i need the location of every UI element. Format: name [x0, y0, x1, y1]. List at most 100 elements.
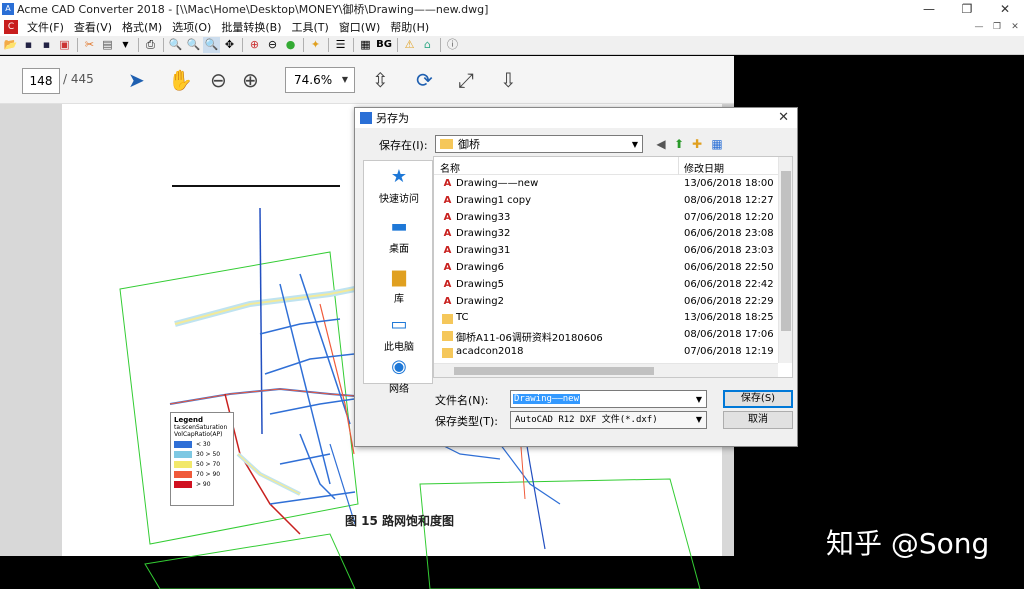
menu-view[interactable]: 查看(V) — [69, 19, 117, 35]
dropdown-arrow-icon[interactable]: ▼ — [117, 37, 134, 53]
dialog-title-bar: 另存为 ✕ — [355, 108, 797, 128]
zoom-plus-icon[interactable]: ⊕ — [242, 68, 259, 92]
filename-input[interactable]: Drawing——new ▼ — [510, 390, 707, 408]
file-row[interactable]: A Drawing5 06/06/2018 22:42 — [434, 277, 778, 294]
zoom-in-icon[interactable]: 🔍 — [185, 37, 202, 53]
file-row[interactable]: A Drawing33 07/06/2018 12:20 — [434, 210, 778, 227]
file-row[interactable]: A Drawing——new 13/06/2018 18:00 — [434, 176, 778, 193]
folder-row[interactable]: TC 13/06/2018 18:25 — [434, 310, 778, 327]
convert-icon[interactable]: ✂ — [81, 37, 98, 53]
warning-icon[interactable]: ⚠ — [401, 37, 418, 53]
vertical-scrollbar[interactable] — [778, 157, 792, 363]
maximize-button[interactable]: ❐ — [948, 0, 986, 18]
menu-tools[interactable]: 工具(T) — [287, 19, 334, 35]
zoom-extents-icon[interactable]: ⊕ — [246, 37, 263, 53]
app-menu-icon[interactable]: C — [4, 20, 18, 34]
layers-icon[interactable]: ▤ — [99, 37, 116, 53]
back-icon[interactable]: ◀ — [653, 136, 669, 152]
file-row[interactable]: A Drawing2 06/06/2018 22:29 — [434, 294, 778, 311]
zoom-select[interactable]: 74.6% ▼ — [285, 67, 355, 93]
minimize-button[interactable]: — — [910, 0, 948, 18]
magic-icon[interactable]: ✦ — [307, 37, 324, 53]
file-row[interactable]: A Drawing1 copy 08/06/2018 12:27 — [434, 193, 778, 210]
home-icon[interactable]: ⌂ — [419, 37, 436, 53]
fit-page-icon[interactable]: ⇳ — [372, 68, 389, 92]
dialog-title: 另存为 — [376, 112, 409, 125]
properties-icon[interactable]: ▦ — [357, 37, 374, 53]
zoom-previous-icon[interactable]: ⊖ — [264, 37, 281, 53]
save-in-select[interactable]: 御桥 ▼ — [435, 135, 643, 153]
new-folder-icon[interactable]: ✚ — [689, 136, 705, 152]
zoom-minus-icon[interactable]: ⊖ — [210, 68, 227, 92]
menu-batch[interactable]: 批量转换(B) — [216, 19, 286, 35]
save-all-icon[interactable]: ▪ — [38, 37, 55, 53]
place-this-pc[interactable]: ▭ 此电脑 — [364, 315, 434, 354]
menu-format[interactable]: 格式(M) — [117, 19, 167, 35]
dwg-file-icon: A — [443, 245, 452, 257]
menu-options[interactable]: 选项(O) — [167, 19, 216, 35]
close-button[interactable]: ✕ — [986, 0, 1024, 18]
zoom-window-icon[interactable]: 🔍 — [203, 37, 220, 53]
title-bar: A Acme CAD Converter 2018 - [\\Mac\Home\… — [0, 0, 1024, 18]
main-toolbar: 📂 ▪ ▪ ▣ ✂ ▤ ▼ ⎙ 🔍 🔍 🔍 ✥ ⊕ ⊖ ● ✦ ☰ ▦ BG ⚠… — [0, 36, 1024, 55]
save-icon[interactable]: ▪ — [20, 37, 37, 53]
folder-row[interactable]: 御桥A11-06调研资料20180606 08/06/2018 17:06 — [434, 327, 778, 344]
legend-row: 70 > 90 — [174, 471, 230, 478]
save-in-value: 御桥 — [458, 138, 480, 151]
file-date: 08/06/2018 17:06 — [684, 329, 774, 341]
pan-icon[interactable]: ✥ — [221, 37, 238, 53]
page-total: / 445 — [63, 72, 94, 86]
hand-tool-icon[interactable]: ✋ — [168, 68, 193, 92]
rotate-icon[interactable]: ⟳ — [416, 68, 433, 92]
folder-row[interactable]: acadcon2018 07/06/2018 12:19 — [434, 344, 778, 361]
window-title: Acme CAD Converter 2018 - [\\Mac\Home\De… — [17, 3, 489, 16]
scroll-thumb[interactable] — [781, 171, 791, 331]
legend-swatch — [174, 471, 192, 478]
print-icon[interactable]: ⎙ — [142, 37, 159, 53]
folder-icon — [442, 348, 453, 358]
view-icon[interactable]: ● — [282, 37, 299, 53]
page-number-input[interactable]: 148 — [22, 68, 60, 94]
download-icon[interactable]: ⇩ — [500, 68, 517, 92]
place-network[interactable]: ◉ 网络 — [364, 356, 434, 396]
fullscreen-icon[interactable]: ⤢ — [458, 68, 474, 92]
background-icon[interactable]: BG — [375, 37, 393, 53]
file-name: TC — [456, 312, 469, 324]
network-icon: ◉ — [391, 356, 407, 377]
menu-window[interactable]: 窗口(W) — [334, 19, 385, 35]
mdi-restore-icon[interactable]: ❐ — [990, 20, 1004, 34]
mdi-close-icon[interactable]: ✕ — [1008, 20, 1022, 34]
file-name: Drawing5 — [456, 278, 504, 290]
view-menu-icon[interactable]: ▦ — [709, 136, 725, 152]
place-desktop[interactable]: ▬ 桌面 — [364, 217, 434, 256]
file-name: Drawing33 — [456, 211, 511, 223]
save-button[interactable]: 保存(S) — [723, 390, 793, 408]
place-quick-access[interactable]: ★ 快速访问 — [364, 167, 434, 206]
zoom-value: 74.6% — [294, 73, 333, 87]
legend-swatch — [174, 461, 192, 468]
file-date: 13/06/2018 18:00 — [684, 178, 774, 189]
file-row[interactable]: A Drawing32 06/06/2018 23:08 — [434, 226, 778, 243]
up-folder-icon[interactable]: ⬆ — [671, 136, 687, 152]
map-legend: Legend ta:scenSaturation VolCapRatio(AP)… — [170, 412, 234, 506]
menu-help[interactable]: 帮助(H) — [385, 19, 434, 35]
open-icon[interactable]: 📂 — [2, 37, 19, 53]
layer-toggle-icon[interactable]: ☰ — [332, 37, 349, 53]
export-icon[interactable]: ▣ — [56, 37, 73, 53]
file-row[interactable]: A Drawing6 06/06/2018 22:50 — [434, 260, 778, 277]
filetype-select[interactable]: AutoCAD R12 DXF 文件(*.dxf) ▼ — [510, 411, 707, 429]
select-pointer-icon[interactable]: ➤ — [128, 68, 145, 92]
info-icon[interactable]: ⓘ — [444, 37, 461, 53]
horizontal-scrollbar[interactable] — [434, 363, 778, 377]
mdi-minimize-icon[interactable]: — — [972, 20, 986, 34]
legend-swatch — [174, 451, 192, 458]
file-row[interactable]: A Drawing31 06/06/2018 23:03 — [434, 243, 778, 260]
cancel-button[interactable]: 取消 — [723, 411, 793, 429]
column-name[interactable]: 名称 — [440, 160, 460, 175]
place-library[interactable]: ▆ 库 — [364, 267, 434, 306]
zoom-out-icon[interactable]: 🔍 — [167, 37, 184, 53]
menu-file[interactable]: 文件(F) — [22, 19, 69, 35]
close-icon[interactable]: ✕ — [778, 110, 789, 125]
column-date[interactable]: 修改日期 — [684, 160, 724, 175]
scroll-thumb[interactable] — [454, 367, 654, 375]
